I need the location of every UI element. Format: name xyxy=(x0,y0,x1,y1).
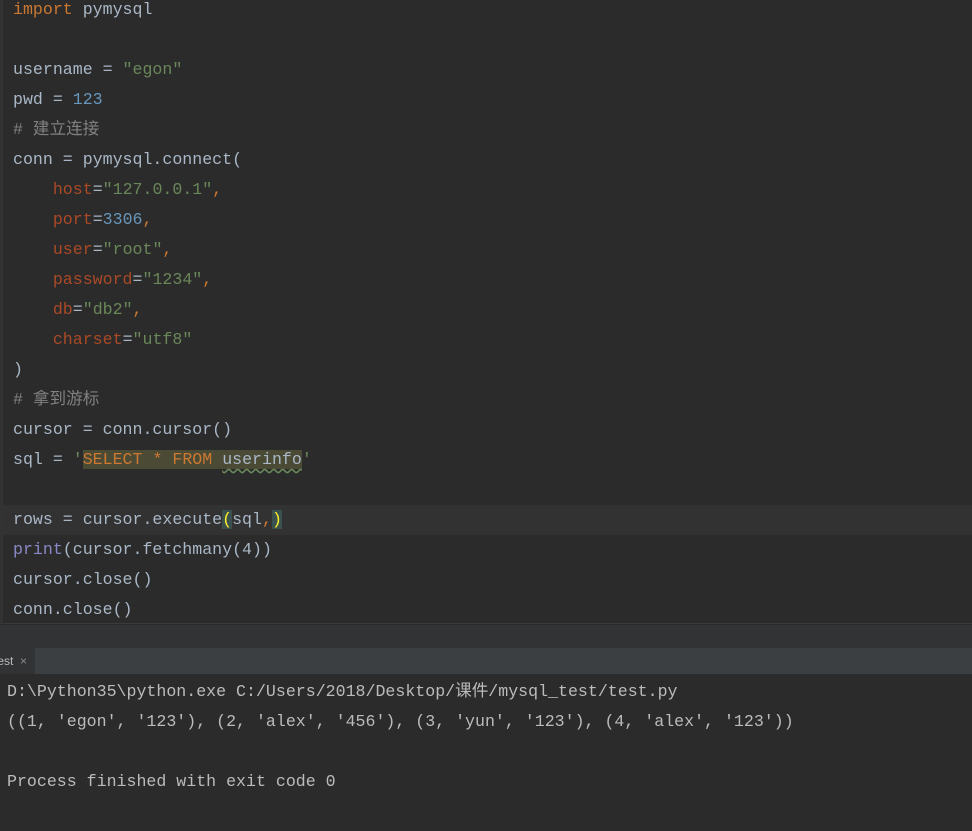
code-token: rows = cursor.execute xyxy=(13,510,223,529)
code-line[interactable]: username = "egon" xyxy=(13,55,972,85)
code-line[interactable]: # 拿到游标 xyxy=(13,385,972,415)
code-token: = xyxy=(92,240,103,259)
code-line[interactable]: host="127.0.0.1", xyxy=(13,175,972,205)
code-token: * xyxy=(152,450,163,469)
code-token: "1234" xyxy=(142,270,203,289)
code-token: 123 xyxy=(72,90,103,109)
code-token xyxy=(212,450,223,469)
code-line[interactable]: password="1234", xyxy=(13,265,972,295)
code-token: , xyxy=(212,180,223,199)
code-line[interactable]: db="db2", xyxy=(13,295,972,325)
run-console[interactable]: D:\Python35\python.exe C:/Users/2018/Des… xyxy=(0,674,972,831)
code-token: "egon" xyxy=(122,60,183,79)
code-line[interactable]: charset="utf8" xyxy=(13,325,972,355)
code-token: db xyxy=(52,300,73,319)
code-token: userinfo xyxy=(222,450,302,469)
code-token: username = xyxy=(13,60,123,79)
code-line[interactable]: rows = cursor.execute(sql,) xyxy=(3,505,972,535)
code-line[interactable]: ) xyxy=(13,355,972,385)
code-token: 3306 xyxy=(102,210,143,229)
run-tab-test[interactable]: test × xyxy=(0,648,35,674)
code-token: host xyxy=(52,180,93,199)
code-token xyxy=(142,450,153,469)
code-line[interactable]: print(cursor.fetchmany(4)) xyxy=(13,535,972,565)
code-token: pymysql xyxy=(72,0,153,19)
code-token: sql = xyxy=(13,450,73,469)
code-line[interactable]: port=3306, xyxy=(13,205,972,235)
code-token: import xyxy=(13,0,73,19)
code-token: conn.close() xyxy=(13,600,133,619)
code-token: = xyxy=(122,330,133,349)
code-token: password xyxy=(52,270,133,289)
code-token: # 拿到游标 xyxy=(13,390,100,409)
code-token: print xyxy=(13,540,63,559)
code-line[interactable] xyxy=(13,25,972,55)
console-command-line: D:\Python35\python.exe C:/Users/2018/Des… xyxy=(7,682,678,701)
code-line[interactable]: conn = pymysql.connect( xyxy=(13,145,972,175)
code-token: = xyxy=(132,270,143,289)
code-token: SELECT xyxy=(82,450,143,469)
code-line[interactable]: # 建立连接 xyxy=(13,115,972,145)
code-token: (cursor.fetchmany(4)) xyxy=(62,540,272,559)
code-token: = xyxy=(92,180,103,199)
code-line[interactable]: cursor = conn.cursor() xyxy=(13,415,972,445)
code-line[interactable]: pwd = 123 xyxy=(13,85,972,115)
code-token: = xyxy=(72,300,83,319)
code-token: port xyxy=(52,210,93,229)
code-line[interactable]: conn.close() xyxy=(13,595,972,625)
code-editor[interactable]: import pymysql username = "egon" pwd = 123… xyxy=(0,0,972,624)
code-token: FROM xyxy=(172,450,213,469)
code-token: "127.0.0.1" xyxy=(102,180,213,199)
code-token: pwd = xyxy=(13,90,73,109)
code-line[interactable] xyxy=(13,475,972,505)
run-tool-window-tabbar: test × xyxy=(0,648,972,674)
code-line[interactable]: import pymysql xyxy=(13,0,972,25)
code-token: = xyxy=(92,210,103,229)
code-token: ' xyxy=(301,450,312,469)
code-token: , xyxy=(202,270,213,289)
code-token: ) xyxy=(13,360,23,379)
code-line[interactable]: cursor.close() xyxy=(13,565,972,595)
code-token: , xyxy=(261,510,272,529)
panel-divider[interactable] xyxy=(0,625,972,648)
console-output-line: ((1, 'egon', '123'), (2, 'alex', '456'),… xyxy=(7,712,794,731)
code-token: # 建立连接 xyxy=(13,120,100,139)
code-token: ' xyxy=(72,450,83,469)
code-token: ( xyxy=(222,510,233,529)
code-token xyxy=(162,450,173,469)
code-token: "db2" xyxy=(82,300,133,319)
code-token: user xyxy=(52,240,93,259)
code-token: "utf8" xyxy=(132,330,193,349)
run-tab-label: test xyxy=(0,654,14,668)
code-line[interactable]: sql = 'SELECT * FROM userinfo' xyxy=(13,445,972,475)
code-token: ) xyxy=(271,510,282,529)
code-token: charset xyxy=(52,330,123,349)
code-token: cursor = conn.cursor() xyxy=(13,420,233,439)
code-token: , xyxy=(132,300,143,319)
code-token: , xyxy=(142,210,153,229)
code-line[interactable]: user="root", xyxy=(13,235,972,265)
console-exit-line: Process finished with exit code 0 xyxy=(7,772,336,791)
code-token: sql xyxy=(232,510,262,529)
code-token: conn = pymysql.connect( xyxy=(13,150,243,169)
close-icon[interactable]: × xyxy=(20,648,27,674)
code-token: , xyxy=(162,240,173,259)
code-token: cursor.close() xyxy=(13,570,153,589)
code-token: "root" xyxy=(102,240,163,259)
